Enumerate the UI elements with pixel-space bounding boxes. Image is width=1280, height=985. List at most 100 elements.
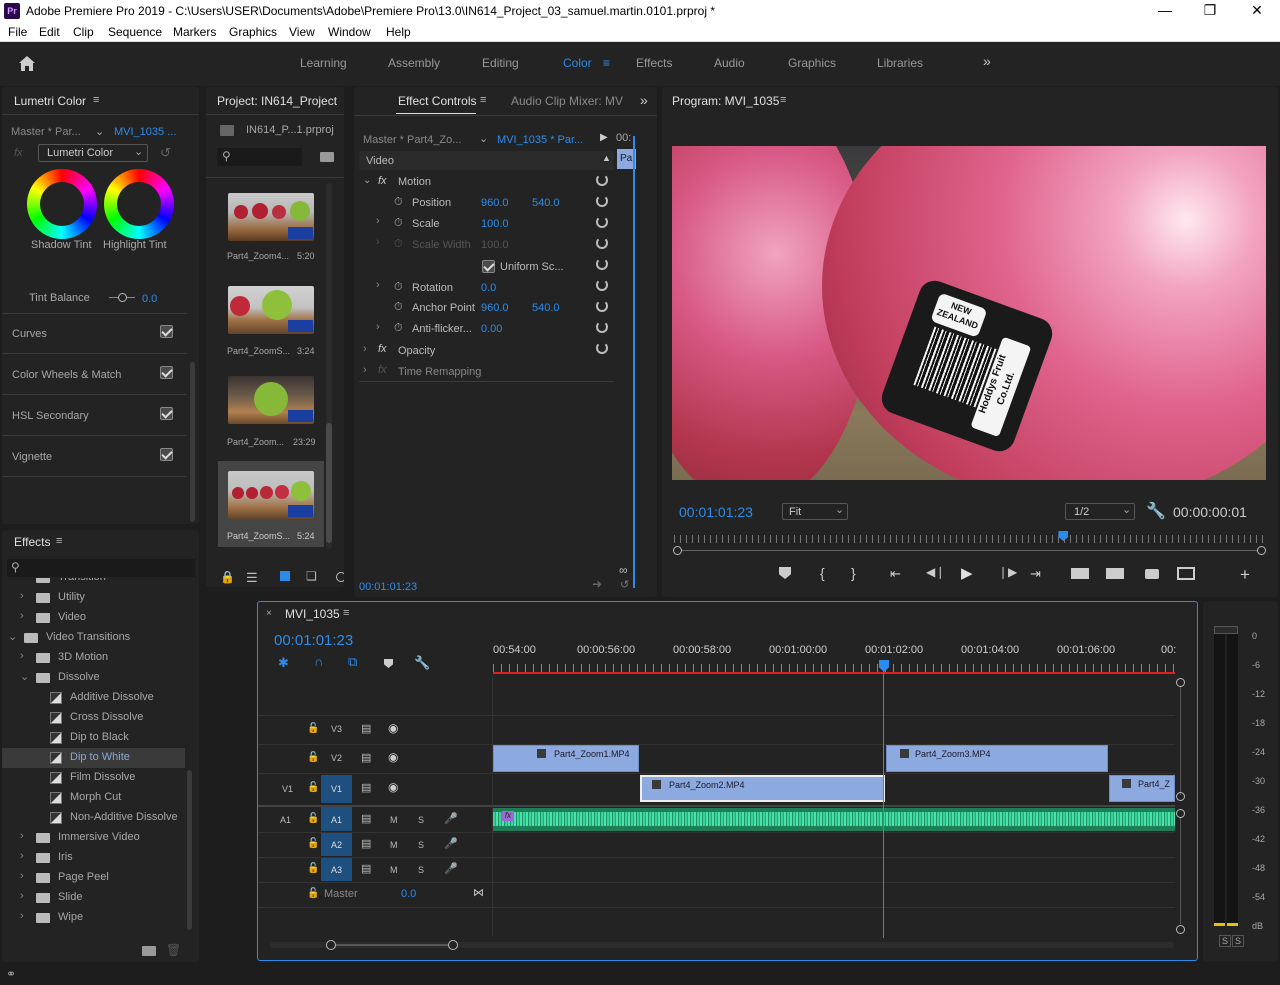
add-marker-icon[interactable] [384, 659, 393, 668]
tint-balance-handle[interactable] [118, 293, 127, 302]
timeline-timecode[interactable]: 00:01:01:23 [274, 632, 353, 649]
lumetri-master-label[interactable]: Master * Par... [11, 126, 81, 138]
effects-tree-item[interactable]: › Wipe [2, 908, 185, 928]
effects-tree-item[interactable]: Film Dissolve [2, 768, 185, 788]
chevron-right-icon[interactable]: › [20, 650, 24, 662]
zoom-icon[interactable]: ∞ [619, 563, 628, 577]
go-to-end-icon[interactable]: ⋈ [473, 886, 484, 899]
workspace-assembly[interactable]: Assembly [388, 56, 440, 70]
restore-icon[interactable]: ❐ [1200, 2, 1220, 19]
clip-part4-zoom2-selected[interactable]: Part4_Zoom2.MP4 [640, 775, 885, 802]
hsl-secondary-checkbox[interactable] [160, 407, 173, 420]
chevron-right-icon[interactable]: › [20, 890, 24, 902]
timeline-ruler[interactable]: 00:54:00 00:00:56:00 00:00:58:00 00:01:00:0… [493, 640, 1176, 676]
lumetri-effect-select[interactable]: Lumetri Color ⌄ [38, 144, 148, 162]
chevron-right-icon[interactable]: › [376, 279, 380, 291]
curves-section[interactable]: Curves [12, 328, 47, 340]
lock-icon[interactable]: 🔓 [307, 838, 319, 849]
mark-in-icon[interactable]: { [820, 565, 825, 581]
reset-icon[interactable] [596, 195, 608, 207]
clip-part4-zoom-partial[interactable]: Part4_Z [1109, 775, 1175, 802]
stopwatch-icon[interactable]: ⏱ [394, 301, 403, 314]
workspace-editing[interactable]: Editing [482, 56, 519, 70]
ec-anchor-x[interactable]: 960.0 [481, 302, 509, 314]
stopwatch-icon[interactable]: ⏱ [394, 281, 403, 294]
snap-icon[interactable]: ∩ [314, 654, 323, 669]
reset-icon[interactable] [596, 300, 608, 312]
menu-markers[interactable]: Markers [173, 25, 216, 39]
wrench-icon[interactable]: 🔧 [1146, 501, 1166, 521]
solo-button[interactable]: S [418, 815, 424, 825]
timeline-menu-icon[interactable]: ≡ [343, 607, 349, 619]
scroll-handle[interactable] [1176, 925, 1185, 934]
clip-part4-zoom1[interactable]: Part4_Zoom1.MP4 [493, 745, 639, 772]
scroll-handle[interactable] [1176, 792, 1185, 801]
icon-view-icon[interactable] [280, 571, 290, 581]
chevron-down-icon[interactable]: ⌄ [8, 630, 17, 643]
lock-icon[interactable]: 🔓 [307, 863, 319, 874]
workspace-effects[interactable]: Effects [636, 56, 672, 70]
effects-tree-item[interactable]: Additive Dissolve [2, 688, 185, 708]
master-track-value[interactable]: 0.0 [401, 888, 416, 900]
menu-sequence[interactable]: Sequence [108, 25, 162, 39]
uniform-scale-checkbox[interactable] [482, 260, 495, 273]
effect-controls-clip-label[interactable]: MVI_1035 * Par... [497, 134, 583, 146]
mute-button[interactable]: M [390, 865, 398, 875]
zoom-start-handle[interactable] [326, 940, 336, 950]
menu-window[interactable]: Window [328, 25, 371, 39]
microphone-icon[interactable]: 🎤 [444, 862, 458, 875]
effects-search-input[interactable] [7, 559, 195, 577]
status-icon[interactable]: ⚭ [6, 967, 16, 981]
project-clip-item[interactable]: Part4_ZoomS... 3:24 [218, 272, 324, 358]
effects-tree-item[interactable]: › Iris [2, 848, 185, 868]
camera-icon[interactable] [1145, 569, 1159, 579]
reset-icon[interactable] [596, 237, 608, 249]
shadow-tint-wheel[interactable] [27, 169, 97, 239]
mute-button[interactable]: M [390, 840, 398, 850]
effects-tree-item[interactable]: › Video [2, 608, 185, 628]
linked-selection-icon[interactable]: ⧉ [348, 654, 357, 670]
step-back-icon[interactable]: ◀❘ [926, 565, 945, 579]
workspace-learning[interactable]: Learning [300, 56, 347, 70]
menu-clip[interactable]: Clip [73, 25, 94, 39]
effects-tree-item[interactable]: › Immersive Video [2, 828, 185, 848]
close-icon[interactable]: × [266, 608, 272, 619]
workspace-libraries[interactable]: Libraries [877, 56, 923, 70]
track-v2-label[interactable]: V2 [331, 753, 342, 763]
minimize-icon[interactable]: — [1155, 2, 1175, 18]
lock-icon[interactable]: 🔓 [307, 752, 319, 763]
menu-help[interactable]: Help [386, 25, 411, 39]
eye-icon[interactable]: ◉ [388, 750, 398, 764]
color-wheels-checkbox[interactable] [160, 366, 173, 379]
trash-icon[interactable]: 🗑 [166, 943, 181, 957]
more-workspaces-icon[interactable]: » [983, 53, 991, 69]
chevron-down-icon[interactable]: ⌄ [363, 175, 371, 186]
workspace-color[interactable]: Color [563, 56, 592, 70]
tab-effect-controls[interactable]: Effect Controls [398, 94, 476, 108]
chevron-right-icon[interactable]: › [376, 215, 380, 227]
audio-clip-a1[interactable]: fx [493, 808, 1175, 831]
stopwatch-icon[interactable]: ⏱ [394, 217, 403, 230]
workspace-menu-icon[interactable]: ≡ [603, 56, 610, 70]
reset-icon[interactable]: ↺ [160, 145, 171, 161]
list-view-icon[interactable]: ☰ [246, 570, 258, 586]
solo-button[interactable]: S [418, 865, 424, 875]
effects-tree-item[interactable]: › Transition [2, 578, 185, 588]
effects-tree-item[interactable]: › Slide [2, 888, 185, 908]
chevron-right-icon[interactable]: › [20, 590, 24, 602]
new-bin-icon[interactable] [142, 946, 156, 956]
eye-icon[interactable]: ◉ [388, 721, 398, 735]
workspace-audio[interactable]: Audio [714, 56, 745, 70]
ec-antiflicker-value[interactable]: 0.00 [481, 323, 502, 335]
curves-checkbox[interactable] [160, 325, 173, 338]
compare-view-icon[interactable] [1177, 567, 1195, 580]
microphone-icon[interactable]: 🎤 [444, 812, 458, 825]
chevron-right-icon[interactable]: › [376, 321, 380, 333]
color-wheels-section[interactable]: Color Wheels & Match [12, 369, 121, 381]
new-bin-icon[interactable] [320, 152, 334, 162]
menu-file[interactable]: File [8, 25, 27, 39]
zoom-slider-handle[interactable] [336, 572, 344, 582]
effects-tree-item[interactable]: ⌄ Video Transitions [2, 628, 185, 648]
collapse-up-icon[interactable]: ▲ [602, 153, 611, 163]
effects-tree-item[interactable]: Dip to Black [2, 728, 185, 748]
